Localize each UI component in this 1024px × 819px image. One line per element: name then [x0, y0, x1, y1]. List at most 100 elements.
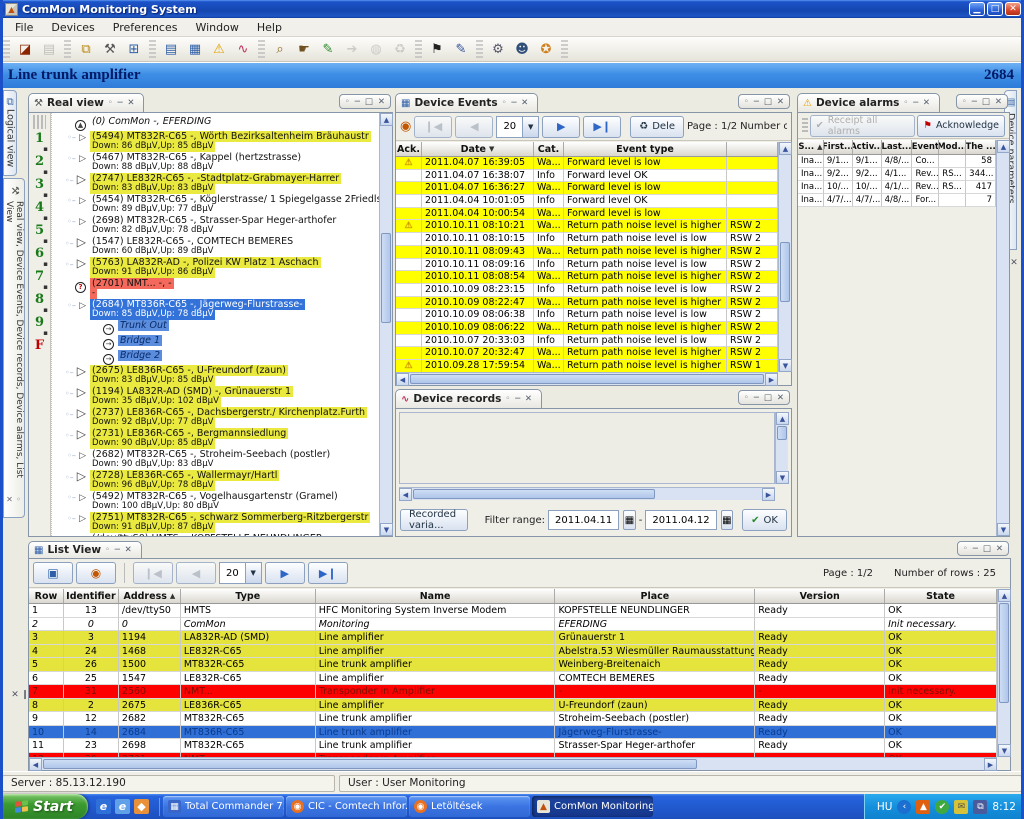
alarms-col-0[interactable]: S...▲ — [798, 140, 824, 154]
list-col-type[interactable]: Type — [181, 589, 316, 603]
events-col-Event type[interactable]: Event type — [564, 142, 727, 156]
browser-icon[interactable]: e — [115, 799, 130, 814]
alarm-row[interactable]: Ina...4/7/...4/7/...4/8/...For...7 — [798, 194, 996, 207]
tree-node[interactable]: ◦– ▷(5492) MT832R-C65 -, Vogelhausgarten… — [56, 491, 379, 512]
event-row[interactable]: ⚠2010.09.28 17:59:54Wa...Return path noi… — [396, 360, 778, 372]
wrench-icon[interactable]: ⚙ — [488, 39, 508, 59]
device-events-icon[interactable]: ▦ — [185, 39, 205, 59]
tools-icon[interactable]: ⚒ — [100, 39, 120, 59]
keys-icon[interactable]: ✪ — [536, 39, 556, 59]
event-row[interactable]: ⚠2011.04.07 16:39:05Wa...Forward level i… — [396, 157, 778, 170]
menu-file[interactable]: File — [6, 19, 42, 36]
calendar-icon[interactable]: ▦ — [721, 510, 734, 530]
events-col-Cat.[interactable]: Cat. — [534, 142, 564, 156]
real-view-dock-controls[interactable]: ◦─□✕ — [339, 94, 391, 109]
tray-mail-icon[interactable]: ✉ — [954, 800, 968, 814]
list-row[interactable]: 7312560NMT...Transponder in Amplifier--I… — [29, 685, 997, 699]
severity-filter-8[interactable]: 8▪ — [29, 292, 50, 315]
tab-window-controls[interactable]: ◦ ─ ✕ — [108, 98, 136, 108]
list-col-place[interactable]: Place — [555, 589, 755, 603]
list-col-state[interactable]: State — [885, 589, 997, 603]
page-size-select[interactable]: 20▼ — [496, 116, 539, 138]
tree-node[interactable]: ◦– ▷(5494) MT832R-C65 -, Wörth Bezirksal… — [56, 131, 379, 152]
last-page-button[interactable]: ▶❙ — [583, 116, 621, 138]
tab-device-events[interactable]: ▦ Device Events ◦ ─ ✕ — [395, 93, 538, 112]
alarm-row[interactable]: Ina...10/...10/...4/1/...Rev...RS...417 — [798, 181, 996, 194]
tray-network-icon[interactable]: ⧉ — [973, 800, 987, 814]
delete-events-button[interactable]: ♻Dele — [630, 116, 684, 138]
alarms-col-5[interactable]: Mod... — [939, 140, 966, 154]
event-row[interactable]: 2011.04.04 10:00:54Wa...Forward level is… — [396, 208, 778, 221]
calendar-icon[interactable]: ▦ — [623, 510, 636, 530]
list-vscrollbar[interactable]: ▲ ▼ — [997, 589, 1010, 757]
event-row[interactable]: 2011.04.07 16:38:07InfoForward level OK — [396, 170, 778, 183]
list-row[interactable]: 5261500MT832R-C65Line trunk amplifierWei… — [29, 658, 997, 672]
severity-filter-1[interactable]: 1▪ — [29, 131, 50, 154]
event-row[interactable]: 2010.10.11 08:08:54Wa...Return path nois… — [396, 271, 778, 284]
acknowledge-button[interactable]: ⚑Acknowledge — [917, 115, 1005, 137]
severity-filter-6[interactable]: 6▪ — [29, 246, 50, 269]
logout-icon[interactable]: ◪ — [15, 39, 35, 59]
list-row[interactable]: 10142684MT836R-C65Line trunk amplifierJä… — [29, 726, 997, 740]
first-page-button[interactable]: ❙◀ — [414, 116, 452, 138]
list-col-row[interactable]: Row — [29, 589, 64, 603]
tree-node[interactable]: ◦– ▷(2751) MT832R-C65 -, schwarz Sommerb… — [56, 512, 379, 533]
menu-devices[interactable]: Devices — [42, 19, 103, 36]
event-row[interactable]: 2010.10.09 08:22:47Wa...Return path nois… — [396, 297, 778, 310]
list-row[interactable]: 9122682MT832R-C65Line trunk amplifierStr… — [29, 712, 997, 726]
alarms-col-1[interactable]: First... — [824, 140, 853, 154]
list-col-version[interactable]: Version — [755, 589, 885, 603]
events-col-Date[interactable]: Date▼ — [422, 142, 534, 156]
tree-node[interactable]: ◦– ▷(1194) LA832R-AD (SMD) -, Grünauerst… — [56, 386, 379, 407]
taskbar-task[interactable]: ▲ComMon Monitoring S... — [532, 796, 653, 817]
tree-node[interactable]: ◦– ▷(2682) MT832R-C65 -, Stroheim-Seebac… — [56, 449, 379, 470]
date-from-field[interactable]: 2011.04.11 — [548, 510, 619, 530]
tab-window-controls[interactable]: ◦ ─ ✕ — [903, 98, 931, 108]
tree-node[interactable]: ◦– ▷(2684) MT836R-C65 -, Jägerweg-Flurst… — [56, 299, 379, 320]
event-row[interactable]: 2010.10.11 08:09:43Wa...Return path nois… — [396, 246, 778, 259]
list-col-name[interactable]: Name — [316, 589, 556, 603]
mail-icon[interactable]: ◆ — [134, 799, 149, 814]
menu-help[interactable]: Help — [248, 19, 291, 36]
date-to-field[interactable]: 2011.04.12 — [645, 510, 716, 530]
list-row[interactable]: 6251547LE832R-C65Line amplifierCOMTECH B… — [29, 672, 997, 686]
tab-logical-view[interactable]: ⧉ Logical view — [3, 90, 17, 176]
menu-preferences[interactable]: Preferences — [104, 19, 187, 36]
device-records-dock-controls[interactable]: ◦─□✕ — [738, 390, 790, 405]
tree-node[interactable]: ◦– ▷(5467) MT832R-C65 -, Kappel (hertzst… — [56, 152, 379, 173]
taskbar-task[interactable]: ▦Total Commander 7.0... — [163, 796, 284, 817]
next-page-button[interactable]: ▶ — [542, 116, 580, 138]
alarm-row[interactable]: Ina...9/2...9/2...4/1...Rev...RS...344..… — [798, 168, 996, 181]
dock-pin-close-icons[interactable]: ◦ ✕ — [5, 488, 23, 513]
recorded-variables-button[interactable]: Recorded varia... — [400, 509, 468, 531]
event-row[interactable]: 2010.10.09 08:06:38InfoReturn path noise… — [396, 309, 778, 322]
prev-page-button[interactable]: ◀ — [176, 562, 216, 584]
tray-app-icon[interactable]: ▲ — [916, 800, 930, 814]
logbook-icon[interactable]: ✎ — [318, 39, 338, 59]
list-row[interactable]: 113/dev/ttyS0HMTSHFC Monitoring System I… — [29, 604, 997, 618]
severity-filter-9[interactable]: 9▪ — [29, 315, 50, 338]
chart-icon[interactable]: ∿ — [233, 39, 253, 59]
events-hscrollbar[interactable]: ◀ ▶ — [396, 372, 778, 385]
alarm-row[interactable]: Ina...9/1...9/1...4/8/...Co...58 — [798, 155, 996, 168]
device-alarms-dock-controls[interactable]: ◦─□✕ — [956, 94, 1008, 109]
list-view-dock-controls[interactable]: ◦─□✕ — [957, 541, 1009, 556]
tree-node[interactable]: ◦– ▷(2731) LE836R-C65 -, Bergmannsiedlun… — [56, 428, 379, 449]
tab-device-records[interactable]: ∿ Device records ◦ ─ ✕ — [395, 389, 542, 408]
tree-node[interactable]: ◦– ▷(2675) LE836R-C65 -, U-Freundorf (za… — [56, 365, 379, 386]
refresh-icon[interactable]: ◉ — [400, 119, 411, 134]
device-records-icon[interactable]: ▤ — [161, 39, 181, 59]
receipt-all-alarms-button[interactable]: ✔Receipt all alarms — [810, 115, 916, 137]
tab-real-view-group[interactable]: ⚒ Real view, Device Events, Device recor… — [3, 178, 25, 518]
events-col-Ack.[interactable]: Ack. — [396, 142, 422, 156]
event-row[interactable]: 2010.10.11 08:09:16InfoReturn path noise… — [396, 259, 778, 272]
severity-filter-3[interactable]: 3▪ — [29, 177, 50, 200]
event-row[interactable]: 2010.10.09 08:06:22Wa...Return path nois… — [396, 322, 778, 335]
hide-icons-chevron[interactable]: ‹ — [897, 800, 911, 814]
ok-button[interactable]: ✔OK — [742, 509, 787, 531]
alarms-col-6[interactable]: The ... — [966, 140, 996, 154]
notes-icon[interactable]: ✎ — [451, 39, 471, 59]
event-row[interactable]: 2010.10.09 08:23:15InfoReturn path noise… — [396, 284, 778, 297]
events-col-extra[interactable] — [727, 142, 778, 156]
tab-device-alarms[interactable]: ⚠ Device alarms ◦ ─ ✕ — [797, 93, 940, 112]
